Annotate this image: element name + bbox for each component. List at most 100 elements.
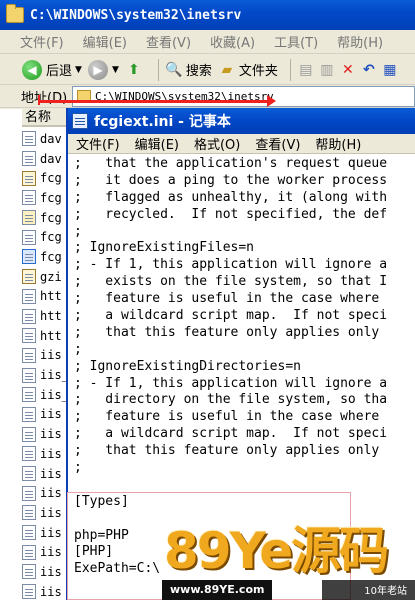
text-line: ; flagged as unhealthy, it (along with [74,189,388,205]
list-item[interactable]: dav [22,129,69,149]
list-item[interactable]: iis [22,464,69,484]
text-line: ; a wildcard script map. If not speci [74,308,388,324]
list-item[interactable]: iis [22,405,69,425]
file-icon [22,544,36,560]
explorer-title-bar[interactable]: C:\WINDOWS\system32\inetsrv [0,0,415,30]
annotation-arrow [38,95,276,107]
file-icon [22,525,36,541]
views-icon[interactable]: ▦ [381,61,399,79]
text-line: ; exists on the file system, so that I [74,274,388,290]
notepad-menu-view[interactable]: 查看(V) [255,134,300,153]
list-item[interactable]: iis [22,346,69,366]
file-icon [22,485,36,501]
notepad-menu-help[interactable]: 帮助(H) [315,134,361,153]
menu-help[interactable]: 帮助(H) [337,32,383,51]
text-line: ; recycled. If not specified, the def [74,206,388,222]
notepad-menu-file[interactable]: 文件(F) [76,134,120,153]
folders-label: 文件夹 [238,64,278,79]
list-item[interactable]: gzi [22,267,69,287]
menu-edit[interactable]: 编辑(E) [83,32,127,51]
folders-icon: ▰ [221,61,233,78]
up-folder-button[interactable]: ⬆ [125,61,146,79]
folder-icon [6,4,24,23]
file-icon [22,564,36,580]
back-arrow-icon: ◀ [22,59,42,80]
list-item[interactable]: iis [22,503,69,523]
file-icon [22,190,36,206]
file-icon [22,229,36,245]
web-file-icon [22,249,36,265]
address-input[interactable]: C:\WINDOWS\system32\inetsrv [72,86,415,107]
text-line: ; [74,460,82,476]
menu-view[interactable]: 查看(V) [146,32,191,51]
file-icon [22,446,36,462]
list-item[interactable]: fcg [22,247,69,267]
notepad-icon [72,113,88,129]
list-item[interactable]: iis [22,483,69,503]
file-icon [22,367,36,383]
text-line: [Types] [74,493,129,509]
list-item[interactable]: htt [22,326,69,346]
explorer-menu-bar: 文件(F) 编辑(E) 查看(V) 收藏(A) 工具(T) 帮助(H) [0,30,415,54]
text-line: ; it does a ping to the worker process [74,172,388,188]
settings-file-icon [22,269,36,285]
list-item[interactable]: iis [22,523,69,543]
list-item[interactable]: iis [22,562,69,582]
list-item[interactable]: fcg [22,227,69,247]
text-line [74,477,415,494]
search-icon: 🔍 [165,61,183,78]
up-folder-icon: ⬆ [127,61,140,78]
file-icon [22,328,36,344]
column-header-name[interactable]: 名称 [22,109,70,127]
back-label: 后退 [46,64,73,79]
text-line: ; feature is useful in the case where [74,409,380,425]
notepad-text-area[interactable]: ; that the application's request queue; … [74,156,415,600]
folders-button[interactable]: ▰ 文件夹 [218,60,278,80]
menu-favorites[interactable]: 收藏(A) [210,32,255,51]
notepad-menu-edit[interactable]: 编辑(E) [135,134,179,153]
search-label: 搜索 [185,64,212,79]
copy-to-icon[interactable]: ▥ [318,61,336,79]
notepad-menu-bar: 文件(F) 编辑(E) 格式(O) 查看(V) 帮助(H) [68,134,415,154]
forward-arrow-icon: ▶ [87,59,108,80]
explorer-toolbar: ◀ 后退 ▼ ▶ ▼ ⬆ 🔍 搜索 ▰ 文件夹 ▤ ▥ ✕ ↶ ▦ [0,55,415,85]
list-item[interactable]: htt [22,306,69,326]
list-item[interactable]: iis_ [22,385,69,405]
list-item[interactable]: iis [22,444,69,464]
list-item[interactable]: iis [22,424,69,444]
list-item[interactable]: htt [22,287,69,307]
list-item[interactable]: iis [22,542,69,562]
move-to-icon[interactable]: ▤ [297,61,315,79]
text-line: [PHP] [74,544,114,560]
menu-file[interactable]: 文件(F) [20,32,64,51]
list-item[interactable]: fcg [22,168,69,188]
list-item[interactable]: dav [22,149,69,169]
notepad-menu-format[interactable]: 格式(O) [194,134,240,153]
delete-icon[interactable]: ✕ [339,61,357,79]
notepad-title: fcgiext.ini - 记事本 [94,114,231,130]
chevron-down-icon: ▼ [111,64,119,75]
notepad-title-bar[interactable]: fcgiext.ini - 记事本 [68,108,415,134]
back-button[interactable]: ◀ 后退 ▼ [22,59,82,80]
list-item[interactable]: iis_ [22,365,69,385]
text-line: ; - If 1, this application will ignore a [74,375,388,391]
chevron-down-icon: ▼ [75,64,82,75]
address-bar: 地址(D) C:\WINDOWS\system32\inetsrv [0,86,415,108]
text-line [74,511,415,528]
text-line: ; that the application's request queue [74,156,388,171]
menu-tools[interactable]: 工具(T) [274,32,318,51]
config-file-icon [22,210,36,226]
text-line: ; a wildcard script map. If not speci [74,426,388,442]
text-line: ; that this feature only applies only [74,443,380,459]
forward-button[interactable]: ▶ ▼ [87,59,119,80]
text-line: ; feature is useful in the case where [74,291,380,307]
file-icon [22,131,36,147]
list-item[interactable]: fcg [22,188,69,208]
search-button[interactable]: 🔍 搜索 [165,60,212,80]
list-item[interactable]: fcg [22,208,69,228]
address-label: 地址(D) [21,91,68,106]
file-icon [22,584,36,600]
undo-icon[interactable]: ↶ [360,61,378,79]
settings-file-icon [22,170,36,186]
list-item[interactable]: iis [22,582,69,600]
